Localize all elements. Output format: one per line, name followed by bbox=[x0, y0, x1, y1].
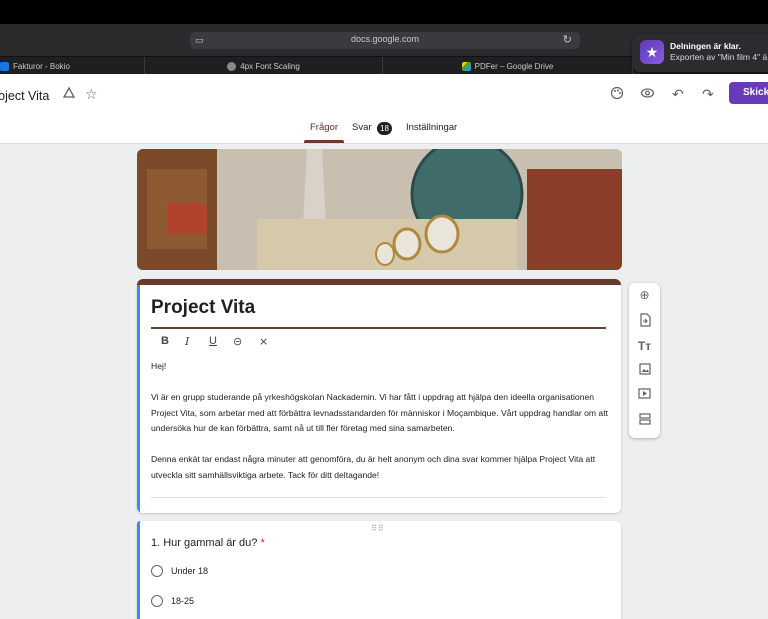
description-paragraph: Hej! bbox=[151, 361, 167, 371]
imovie-star-icon: ★ bbox=[640, 40, 664, 64]
drag-handle-icon[interactable]: ⠿⠿ bbox=[371, 524, 385, 533]
active-tab-indicator bbox=[304, 140, 344, 143]
bold-icon[interactable]: B bbox=[161, 335, 169, 347]
header-image[interactable] bbox=[137, 149, 622, 270]
option-label: Under 18 bbox=[171, 566, 209, 576]
browser-tab-fakturor[interactable]: Fakturor - Bokio bbox=[0, 57, 145, 75]
active-card-indicator bbox=[137, 285, 140, 513]
question-card[interactable]: ⠿⠿ 1. Hur gammal är du? * Under 18 18-25 bbox=[137, 521, 621, 619]
form-title[interactable]: Project Vita bbox=[151, 297, 255, 319]
address-bar[interactable]: ▭ docs.google.com ↻ bbox=[190, 32, 580, 49]
description-underline bbox=[151, 497, 606, 498]
google-drive-favicon-icon bbox=[461, 61, 471, 71]
description-paragraph: Denna enkät tar endast några minuter att… bbox=[151, 454, 596, 480]
add-question-icon[interactable]: ⊕ bbox=[629, 288, 660, 302]
italic-icon[interactable]: I bbox=[185, 335, 189, 348]
question-title[interactable]: 1. Hur gammal är du? * bbox=[151, 537, 265, 549]
responses-count-badge: 18 bbox=[377, 122, 392, 135]
clear-format-icon[interactable]: ⨯ bbox=[259, 335, 268, 348]
redo-icon[interactable]: ↷ bbox=[702, 86, 714, 103]
active-card-indicator bbox=[137, 521, 140, 619]
link-icon[interactable]: ⊝ bbox=[233, 335, 242, 348]
import-questions-icon[interactable] bbox=[629, 313, 660, 330]
form-title-card[interactable]: Project Vita B I U ⊝ ⨯ Hej! Vi är en gru… bbox=[137, 279, 621, 513]
site-favicon-icon bbox=[227, 61, 237, 71]
radio-button[interactable] bbox=[151, 565, 163, 577]
tab-questions[interactable]: Frågor bbox=[310, 122, 338, 133]
form-description[interactable]: Hej! Vi är en grupp studerande på yrkesh… bbox=[151, 359, 611, 483]
description-paragraph: Vi är en grupp studerande på yrkeshögsko… bbox=[151, 392, 608, 433]
palette-icon[interactable] bbox=[610, 86, 624, 103]
notification-body: Exporten av "Min film 4" ä bbox=[670, 52, 768, 62]
add-video-icon[interactable] bbox=[629, 388, 660, 402]
browser-tab-label: Fakturor - Bokio bbox=[13, 61, 70, 71]
url-text: docs.google.com bbox=[350, 34, 420, 44]
radio-option[interactable]: 18-25 bbox=[151, 595, 194, 607]
add-section-icon[interactable] bbox=[629, 413, 660, 428]
notification-title: Delningen är klar. bbox=[670, 41, 741, 51]
preview-eye-icon[interactable] bbox=[640, 86, 655, 103]
browser-tab-pdfer[interactable]: PDFer – Google Drive bbox=[383, 57, 633, 75]
add-title-icon[interactable]: Tт bbox=[629, 339, 660, 353]
add-image-icon[interactable] bbox=[629, 363, 660, 378]
question-title-text: 1. Hur gammal är du? bbox=[151, 537, 258, 549]
tab-responses[interactable]: Svar bbox=[352, 122, 372, 133]
tab-settings[interactable]: Inställningar bbox=[406, 122, 457, 133]
bokio-favicon-icon bbox=[0, 61, 9, 71]
undo-icon[interactable]: ↶ bbox=[672, 86, 684, 103]
required-asterisk: * bbox=[260, 537, 265, 549]
radio-button[interactable] bbox=[151, 595, 163, 607]
browser-tab-font-scaling[interactable]: 4px Font Scaling bbox=[145, 57, 383, 75]
svg-text:+: + bbox=[71, 95, 75, 100]
option-label: 18-25 bbox=[171, 596, 195, 606]
notification-banner[interactable]: ★ Delningen är klar. Exporten av "Min fi… bbox=[632, 34, 768, 72]
menu-bar bbox=[0, 0, 768, 24]
reload-icon[interactable]: ↻ bbox=[563, 33, 572, 46]
forms-header: roject Vita + ☆ ↶ ↷ Skicka Frågor Svar 1… bbox=[0, 74, 768, 144]
send-button[interactable]: Skicka bbox=[729, 82, 768, 104]
theme-color-bar bbox=[137, 279, 621, 285]
question-toolbar: ⊕ Tт bbox=[629, 283, 660, 438]
browser-tab-label: PDFer – Google Drive bbox=[474, 61, 554, 71]
document-title[interactable]: roject Vita bbox=[0, 89, 49, 103]
browser-tab-label: 4px Font Scaling bbox=[240, 61, 300, 71]
radio-option[interactable]: Under 18 bbox=[151, 565, 208, 577]
add-collaborator-icon[interactable]: + bbox=[62, 86, 76, 103]
title-underline bbox=[151, 327, 606, 329]
star-icon[interactable]: ☆ bbox=[85, 86, 98, 103]
underline-icon[interactable]: U bbox=[209, 335, 217, 347]
